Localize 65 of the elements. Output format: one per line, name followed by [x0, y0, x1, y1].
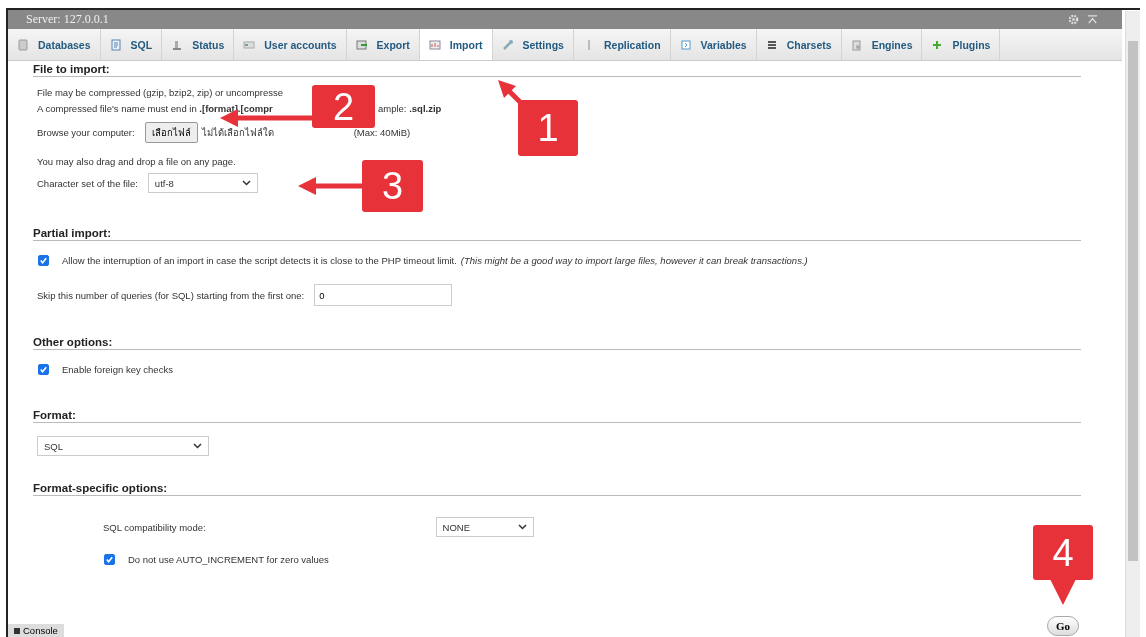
section-heading: Format-specific options:: [33, 482, 1081, 496]
arrow-icon: [1050, 579, 1076, 605]
tab[interactable]: Import: [419, 29, 493, 60]
field-label: Character set of the file:: [37, 177, 138, 189]
section-heading: File to import:: [33, 63, 1081, 77]
chevron-icon: [517, 524, 527, 530]
field-label: SQL compatibility mode:: [103, 521, 206, 533]
field-label: Skip this number of queries (for SQL) starting from the first one:: [37, 289, 305, 301]
database-icon: [17, 38, 29, 51]
checkbox-label: Enable foreign key checks: [62, 363, 173, 375]
tab[interactable]: Engines: [841, 29, 923, 60]
dropdown[interactable]: utf-8: [147, 173, 258, 193]
tab[interactable]: Charsets: [756, 29, 842, 60]
chart-icon: [428, 38, 441, 51]
tab[interactable]: Export: [346, 29, 420, 60]
go-button[interactable]: Go: [1046, 616, 1079, 636]
callout-marker: 1: [518, 100, 578, 156]
dropdown[interactable]: NONE: [435, 517, 534, 537]
checkbox[interactable]: [38, 363, 49, 375]
callout-marker: 2: [312, 85, 375, 128]
help-text: You may also drag and drop a file on any page.: [37, 155, 236, 167]
collapse-icon[interactable]: [1087, 14, 1098, 25]
table-icon: [355, 38, 368, 51]
callout-marker: 4: [1033, 525, 1093, 580]
help-text: ample: .sql.zip: [378, 102, 442, 114]
section-heading: Format:: [33, 409, 1081, 423]
dropdown[interactable]: SQL: [37, 436, 209, 456]
card-icon: [243, 38, 256, 51]
section-heading: Other options:: [33, 336, 1081, 350]
number-field[interactable]: 0: [314, 284, 453, 306]
tab[interactable]: Variables: [670, 29, 757, 60]
chevron-icon: [241, 180, 251, 186]
scrollbar[interactable]: [1125, 11, 1140, 637]
note-text: (This might be a good way to import large files, however it can break transactions.): [460, 254, 808, 266]
list-icon: [765, 38, 778, 51]
arrow-icon: [298, 176, 364, 196]
chevron-icon: [193, 443, 202, 449]
checkbox-label: Do not use AUTO_INCREMENT for zero values: [128, 553, 329, 565]
tab[interactable]: Replication: [573, 29, 671, 60]
engine-icon: [850, 38, 863, 51]
choose-file-button[interactable]: เลือกไฟล์: [144, 122, 198, 143]
puzzle-icon: [931, 38, 944, 51]
bar-icon: [171, 38, 184, 51]
help-text: File may be compressed (gzip, bzip2, zip) or uncompresse: [37, 86, 284, 98]
gear-icon[interactable]: [1068, 14, 1079, 25]
file-status: ไม่ได้เลือกไฟล์ใด: [201, 127, 274, 138]
callout-marker: 3: [362, 160, 423, 212]
console-button[interactable]: Console: [8, 624, 64, 637]
tab[interactable]: Plugins: [922, 29, 1001, 60]
window-title: Server: 127.0.0.1: [26, 12, 109, 27]
tab[interactable]: Settings: [492, 29, 574, 60]
tab[interactable]: SQL: [100, 29, 163, 60]
wrench-icon: [501, 38, 514, 51]
checkbox[interactable]: [38, 254, 49, 266]
code-icon: [679, 38, 692, 51]
section-heading: Partial import:: [33, 227, 1081, 241]
tab[interactable]: User accounts: [234, 29, 347, 60]
tab[interactable]: Databases: [8, 29, 101, 60]
checkbox[interactable]: [104, 553, 115, 565]
tab[interactable]: Status: [162, 29, 235, 60]
help-text: A compressed file's name must end in .[format].[compr: [37, 102, 273, 114]
document-icon: [109, 38, 122, 51]
size-limit: (Max: 40MiB): [353, 127, 411, 138]
field-label: Browse your computer:: [37, 127, 135, 138]
checkbox-label: Allow the interruption of an import in case the script detects it is close to the PHP timeout limit.: [62, 254, 457, 266]
